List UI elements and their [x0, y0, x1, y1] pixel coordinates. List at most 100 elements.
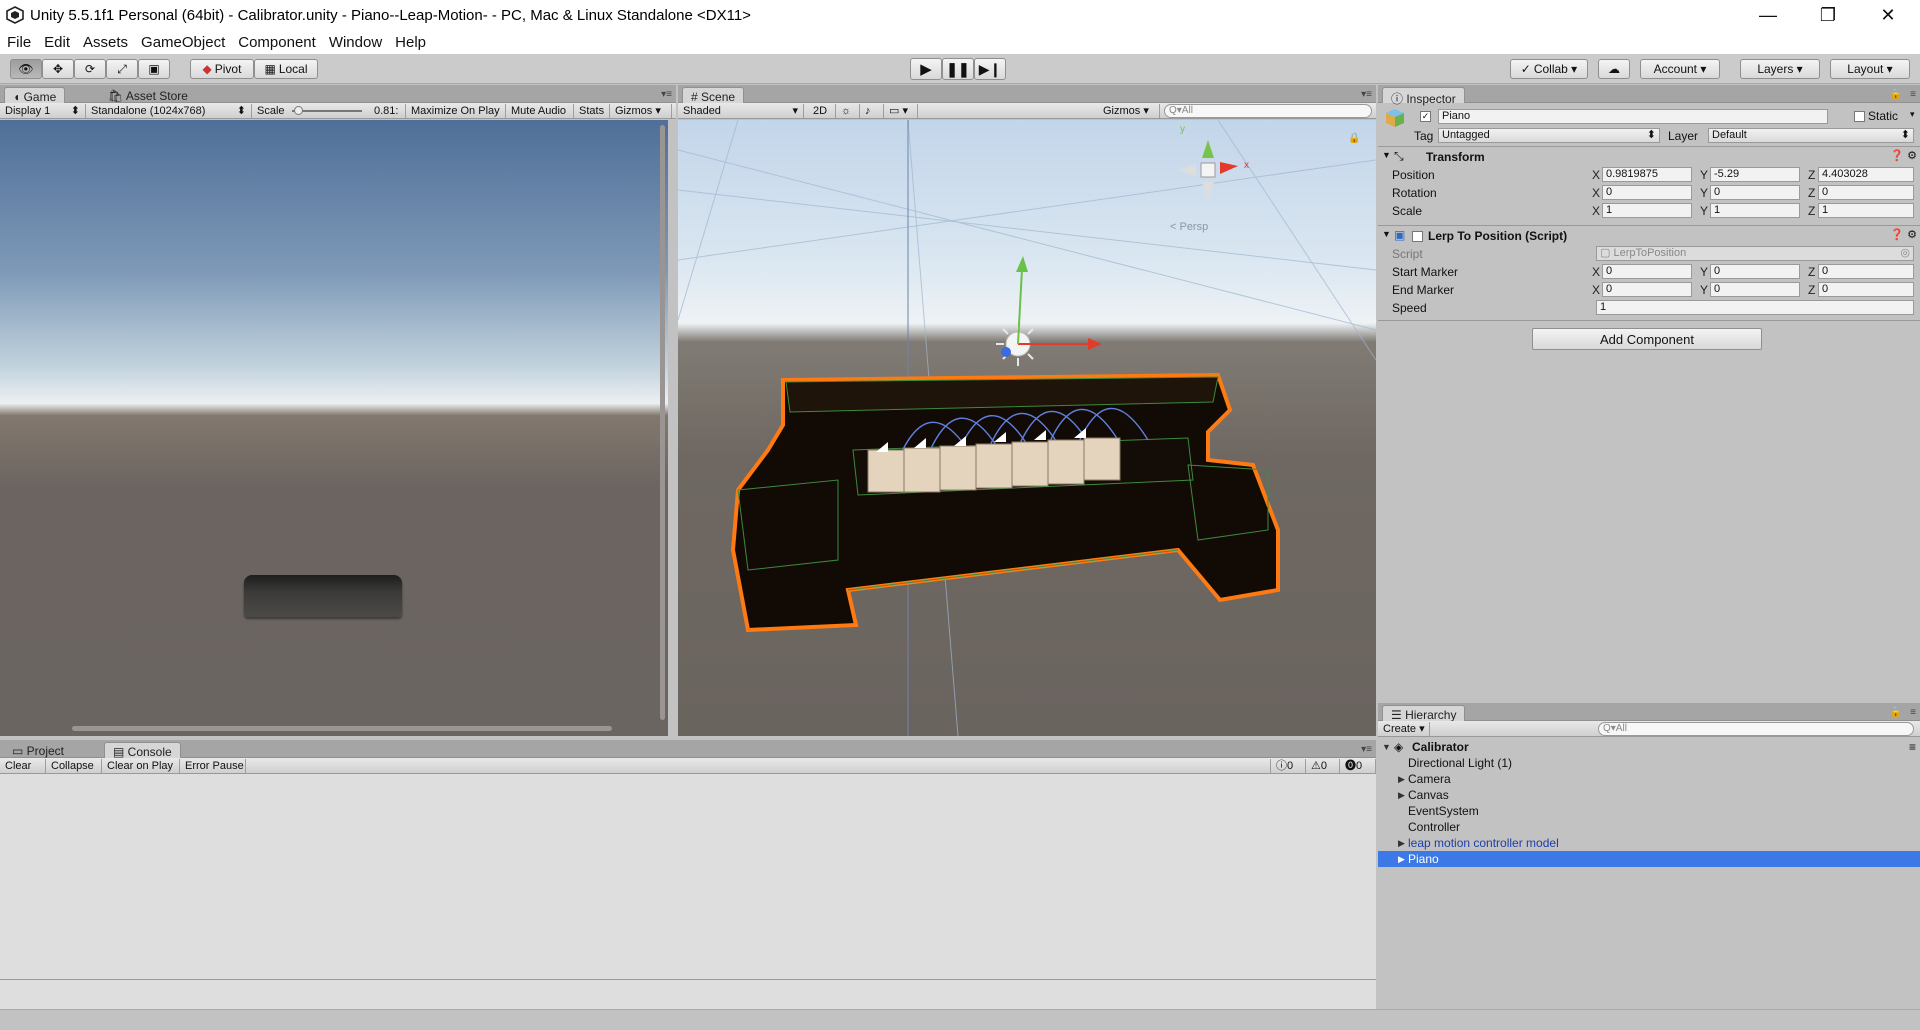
- hierarchy-lock-icon[interactable]: 🔒: [1890, 707, 1902, 718]
- scale-tool-button[interactable]: ⤢: [106, 59, 138, 79]
- help-icon[interactable]: ❓: [1890, 228, 1904, 241]
- step-button[interactable]: ▶❙: [974, 58, 1006, 80]
- position-x-field[interactable]: 0.9819875: [1602, 167, 1692, 182]
- foldout-right-icon[interactable]: ▶: [1398, 851, 1405, 867]
- scene-search-input[interactable]: Q▾All: [1164, 104, 1372, 118]
- help-icon[interactable]: ❓: [1890, 149, 1904, 162]
- console-menu-icon[interactable]: ▾≡: [1361, 744, 1372, 755]
- list-item[interactable]: Controller: [1378, 819, 1920, 835]
- local-toggle[interactable]: ▦ Local: [254, 59, 318, 79]
- pause-button[interactable]: ❚❚: [942, 58, 974, 80]
- tag-dropdown[interactable]: Untagged ⬍: [1438, 128, 1660, 143]
- menu-window[interactable]: Window: [322, 34, 388, 51]
- scene-menu-icon[interactable]: ▾≡: [1361, 89, 1372, 100]
- menu-help[interactable]: Help: [388, 34, 432, 51]
- console-log-area[interactable]: [0, 775, 1376, 979]
- end-x-field[interactable]: 0: [1602, 282, 1692, 297]
- resolution-dropdown[interactable]: Standalone (1024x768) ⬍: [86, 104, 252, 118]
- cloud-button[interactable]: ☁: [1598, 59, 1630, 79]
- scale-y-field[interactable]: 1: [1710, 203, 1800, 218]
- collab-dropdown[interactable]: ✓ Collab ▾: [1510, 59, 1588, 79]
- stats-toggle[interactable]: Stats: [574, 104, 610, 118]
- list-item[interactable]: ▶ Canvas: [1378, 787, 1920, 803]
- active-checkbox[interactable]: ✓: [1420, 111, 1431, 122]
- list-item[interactable]: Directional Light (1): [1378, 755, 1920, 771]
- gear-icon[interactable]: ⚙: [1907, 228, 1917, 241]
- minimize-button[interactable]: —: [1740, 0, 1796, 30]
- add-component-button[interactable]: Add Component: [1532, 328, 1762, 350]
- scale-x-field[interactable]: 1: [1602, 203, 1692, 218]
- end-y-field[interactable]: 0: [1710, 282, 1800, 297]
- start-x-field[interactable]: 0: [1602, 264, 1692, 279]
- gear-icon[interactable]: ⚙: [1907, 149, 1917, 162]
- inspector-menu-icon[interactable]: ≡: [1910, 89, 1916, 100]
- end-z-field[interactable]: 0: [1818, 282, 1914, 297]
- move-tool-button[interactable]: ✥: [42, 59, 74, 79]
- script-enabled-checkbox[interactable]: [1412, 231, 1423, 242]
- scale-z-field[interactable]: 1: [1818, 203, 1914, 218]
- menu-edit[interactable]: Edit: [37, 34, 76, 51]
- tab-project[interactable]: ▭ Project: [4, 742, 72, 758]
- game-gizmos-dropdown[interactable]: Gizmos ▾: [610, 104, 672, 118]
- error-pause-toggle[interactable]: Error Pause: [180, 759, 246, 773]
- object-name-field[interactable]: Piano: [1438, 109, 1828, 124]
- audio-toggle[interactable]: ♪: [860, 104, 884, 118]
- close-button[interactable]: ✕: [1860, 0, 1916, 30]
- effects-dropdown[interactable]: ▭ ▾: [884, 104, 918, 118]
- foldout-right-icon[interactable]: ▶: [1398, 787, 1405, 803]
- inspector-lock-icon[interactable]: 🔒: [1890, 89, 1902, 100]
- game-viewport[interactable]: [0, 120, 668, 736]
- account-dropdown[interactable]: Account ▾: [1640, 59, 1720, 79]
- rotation-y-field[interactable]: 0: [1710, 185, 1800, 200]
- static-dropdown-icon[interactable]: ▾: [1910, 109, 1915, 120]
- list-item[interactable]: ▶ leap motion controller model: [1378, 835, 1920, 851]
- create-dropdown[interactable]: Create ▾: [1378, 722, 1430, 736]
- mute-audio-toggle[interactable]: Mute Audio: [506, 104, 574, 118]
- 2d-toggle[interactable]: 2D: [808, 104, 836, 118]
- object-picker-icon[interactable]: ◎: [1900, 247, 1910, 260]
- scene-viewport[interactable]: y x < Persp 🔒: [678, 120, 1376, 736]
- game-menu-icon[interactable]: ▾≡: [661, 89, 672, 100]
- hierarchy-menu-icon[interactable]: ≡: [1910, 707, 1916, 718]
- tab-inspector[interactable]: ⓘ Inspector: [1382, 87, 1465, 106]
- warning-filter-toggle[interactable]: ⚠0: [1306, 759, 1340, 773]
- menu-component[interactable]: Component: [231, 34, 322, 51]
- play-button[interactable]: ▶: [910, 58, 942, 80]
- script-reference-field[interactable]: ▢ LerpToPosition ◎: [1596, 246, 1914, 261]
- layout-dropdown[interactable]: Layout ▾: [1830, 59, 1910, 79]
- script-header[interactable]: ▼ ▣ Lerp To Position (Script) ❓ ⚙: [1378, 228, 1920, 246]
- menu-assets[interactable]: Assets: [76, 34, 134, 51]
- scale-slider-thumb[interactable]: [294, 106, 303, 115]
- menu-file[interactable]: File: [0, 34, 37, 51]
- clear-on-play-toggle[interactable]: Clear on Play: [102, 759, 180, 773]
- rotation-z-field[interactable]: 0: [1818, 185, 1914, 200]
- start-y-field[interactable]: 0: [1710, 264, 1800, 279]
- start-z-field[interactable]: 0: [1818, 264, 1914, 279]
- display-dropdown[interactable]: Display 1 ⬍: [0, 104, 86, 118]
- hand-tool-button[interactable]: 👁: [10, 59, 42, 79]
- game-scrollbar-v[interactable]: [660, 125, 665, 720]
- scene-menu-icon[interactable]: ≡: [1909, 739, 1916, 755]
- persp-label[interactable]: < Persp: [1170, 221, 1208, 233]
- tab-asset-store[interactable]: 🛍 Asset Store: [100, 87, 196, 103]
- game-scrollbar-h[interactable]: [72, 726, 612, 731]
- position-y-field[interactable]: -5.29: [1710, 167, 1800, 182]
- lighting-toggle[interactable]: ☼: [836, 104, 860, 118]
- lock-icon[interactable]: 🔒: [1348, 133, 1360, 144]
- foldout-right-icon[interactable]: ▶: [1398, 771, 1405, 787]
- list-item-selected[interactable]: ▶ Piano: [1378, 851, 1920, 867]
- info-filter-toggle[interactable]: ⓘ0: [1270, 759, 1306, 773]
- tab-scene[interactable]: # Scene: [682, 87, 745, 104]
- tab-game[interactable]: ◖ Game: [4, 87, 66, 104]
- layers-dropdown[interactable]: Layers ▾: [1740, 59, 1820, 79]
- shading-dropdown[interactable]: Shaded ▾: [678, 104, 804, 118]
- rotation-x-field[interactable]: 0: [1602, 185, 1692, 200]
- pivot-toggle[interactable]: ◆ Pivot: [190, 59, 254, 79]
- rect-tool-button[interactable]: ▣: [138, 59, 170, 79]
- clear-button[interactable]: Clear: [0, 759, 46, 773]
- position-z-field[interactable]: 4.403028: [1818, 167, 1914, 182]
- hierarchy-search-input[interactable]: Q▾All: [1598, 722, 1914, 736]
- transform-header[interactable]: ▼ ⤡ Transform ❓ ⚙: [1378, 149, 1920, 167]
- list-item[interactable]: EventSystem: [1378, 803, 1920, 819]
- error-filter-toggle[interactable]: ⓿0: [1340, 759, 1376, 773]
